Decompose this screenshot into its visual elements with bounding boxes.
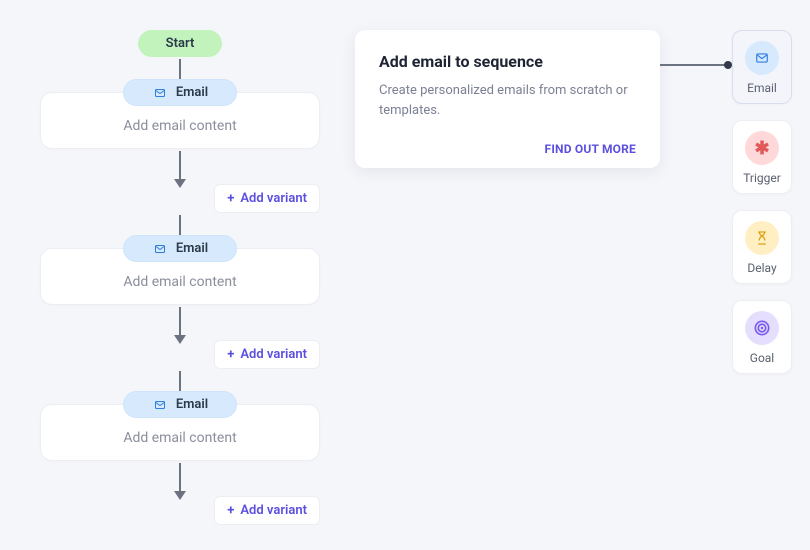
palette: Email ✱ Trigger Delay Goal bbox=[732, 30, 792, 374]
add-variant-button[interactable]: + Add variant bbox=[214, 340, 320, 369]
target-icon bbox=[745, 311, 779, 345]
email-pill: Email bbox=[123, 235, 237, 262]
email-node-label: Email bbox=[176, 397, 208, 412]
add-variant-label: Add variant bbox=[240, 191, 307, 206]
info-card-body: Create personalized emails from scratch … bbox=[379, 81, 636, 120]
mail-icon bbox=[152, 87, 168, 99]
mail-icon bbox=[152, 243, 168, 255]
plus-icon: + bbox=[227, 191, 234, 206]
email-node-body: Add email content bbox=[123, 430, 236, 446]
info-card-title: Add email to sequence bbox=[379, 52, 636, 71]
arrow-icon bbox=[174, 151, 186, 188]
connector-line bbox=[660, 64, 728, 66]
add-variant-label: Add variant bbox=[240, 503, 307, 518]
add-variant-label: Add variant bbox=[240, 347, 307, 362]
palette-label: Delay bbox=[747, 261, 776, 275]
start-node[interactable]: Start bbox=[138, 30, 223, 57]
hourglass-icon bbox=[745, 221, 779, 255]
email-node-label: Email bbox=[176, 241, 208, 256]
add-variant-button[interactable]: + Add variant bbox=[214, 184, 320, 213]
arrow-icon bbox=[174, 463, 186, 500]
asterisk-icon: ✱ bbox=[745, 131, 779, 165]
find-out-more-link[interactable]: FIND OUT MORE bbox=[379, 142, 636, 156]
email-node[interactable]: Email Add email content bbox=[40, 248, 320, 305]
email-node[interactable]: Email Add email content bbox=[40, 92, 320, 149]
email-node[interactable]: Email Add email content bbox=[40, 404, 320, 461]
arrow-icon bbox=[174, 307, 186, 344]
add-variant-button[interactable]: + Add variant bbox=[214, 496, 320, 525]
mail-icon bbox=[745, 41, 779, 75]
palette-label: Trigger bbox=[743, 171, 781, 185]
palette-item-goal[interactable]: Goal bbox=[732, 300, 792, 374]
flow-column: Start Email Add email content + Add vari… bbox=[40, 30, 320, 525]
palette-item-email[interactable]: Email bbox=[732, 30, 792, 104]
email-node-label: Email bbox=[176, 85, 208, 100]
email-node-body: Add email content bbox=[123, 118, 236, 134]
mail-icon bbox=[152, 399, 168, 411]
email-pill: Email bbox=[123, 391, 237, 418]
palette-label: Email bbox=[747, 81, 777, 95]
email-pill: Email bbox=[123, 79, 237, 106]
plus-icon: + bbox=[227, 503, 234, 518]
palette-item-delay[interactable]: Delay bbox=[732, 210, 792, 284]
palette-item-trigger[interactable]: ✱ Trigger bbox=[732, 120, 792, 194]
plus-icon: + bbox=[227, 347, 234, 362]
info-card: Add email to sequence Create personalize… bbox=[355, 30, 660, 168]
email-node-body: Add email content bbox=[123, 274, 236, 290]
palette-label: Goal bbox=[750, 351, 774, 365]
